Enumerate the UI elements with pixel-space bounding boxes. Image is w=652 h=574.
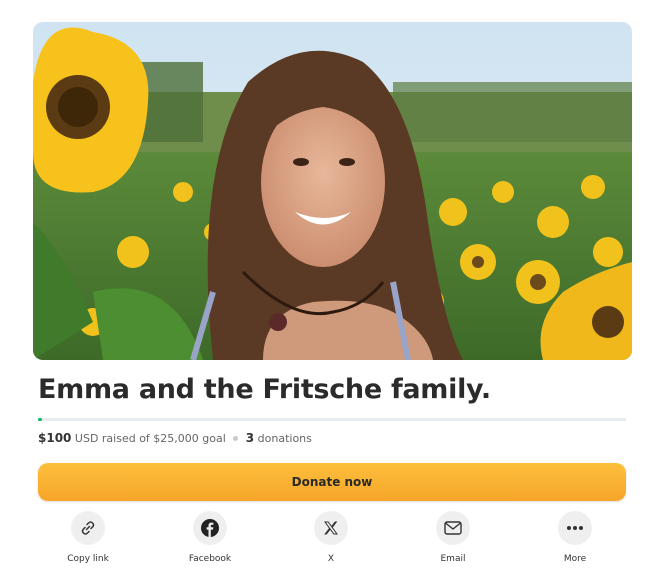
share-more[interactable]: More: [525, 511, 625, 564]
share-circle: [558, 511, 592, 545]
facebook-icon: [201, 519, 219, 537]
share-circle: [314, 511, 348, 545]
raised-amount: $100: [38, 431, 72, 445]
campaign-hero-image: [33, 22, 632, 360]
raised-goal-text: USD raised of $25,000 goal: [74, 432, 226, 445]
share-copy-link[interactable]: Copy link: [38, 511, 138, 564]
hero-photo: [33, 22, 632, 360]
fundraising-stats: $100 USD raised of $25,000 goal 3 donati…: [38, 431, 312, 445]
share-label: Email: [440, 554, 466, 564]
share-email[interactable]: Email: [403, 511, 503, 564]
email-icon: [444, 521, 462, 535]
progress-bar: [38, 418, 626, 421]
share-circle: [193, 511, 227, 545]
donation-count: 3: [245, 431, 255, 445]
share-label: Copy link: [67, 554, 109, 564]
share-label: Facebook: [188, 554, 232, 564]
x-icon: [324, 521, 338, 535]
campaign-title: Emma and the Fritsche family.: [38, 374, 491, 405]
share-circle: [436, 511, 470, 545]
link-icon: [81, 521, 95, 535]
donate-now-button[interactable]: Donate now: [38, 463, 626, 501]
progress-bar-fill: [38, 418, 42, 421]
more-icon: [567, 526, 583, 530]
share-circle: [71, 511, 105, 545]
share-label: X: [327, 554, 335, 564]
separator-dot: [233, 436, 239, 441]
share-facebook[interactable]: Facebook: [160, 511, 260, 564]
donation-label: donations: [257, 432, 312, 445]
share-label: More: [563, 554, 587, 564]
share-x[interactable]: X: [281, 511, 381, 564]
share-row: Copy link Facebook X Email More: [38, 511, 626, 571]
